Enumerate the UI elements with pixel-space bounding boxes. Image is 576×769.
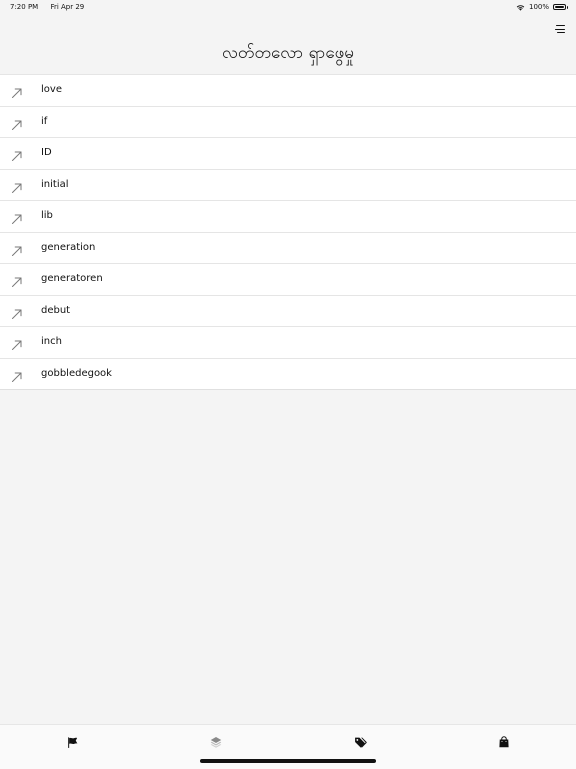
status-left: 7:20 PM Fri Apr 29 xyxy=(10,0,94,14)
arrow-up-right-icon xyxy=(11,116,23,130)
tag-icon xyxy=(354,737,367,748)
recent-search-label: love xyxy=(41,84,62,95)
tab-flag[interactable] xyxy=(0,725,144,759)
recent-search-item[interactable]: love xyxy=(0,75,576,107)
status-bar: 7:20 PM Fri Apr 29 100% xyxy=(0,0,576,14)
arrow-up-right-icon xyxy=(11,273,23,287)
home-indicator xyxy=(200,759,376,763)
recent-search-item[interactable]: generatoren xyxy=(0,264,576,296)
tab-bag[interactable] xyxy=(432,725,576,759)
recent-search-item[interactable]: lib xyxy=(0,201,576,233)
battery-fill xyxy=(555,6,564,8)
wifi-icon xyxy=(516,4,525,11)
battery-icon xyxy=(553,4,568,10)
arrow-up-right-icon xyxy=(11,242,23,256)
arrow-up-right-icon xyxy=(11,147,23,161)
tab-tags[interactable] xyxy=(288,725,432,759)
recent-search-item[interactable]: gobbledegook xyxy=(0,359,576,390)
tab-layers[interactable] xyxy=(144,725,288,759)
recent-search-label: debut xyxy=(41,304,71,316)
recent-search-label: if xyxy=(41,115,48,127)
recent-search-label: initial xyxy=(41,178,69,190)
recent-search-item[interactable]: if xyxy=(0,107,576,138)
status-time: 7:20 PM xyxy=(10,3,39,11)
shopping-bag-icon xyxy=(499,736,509,748)
flag-icon xyxy=(67,736,77,748)
recent-search-item[interactable]: debut xyxy=(0,296,576,327)
arrow-up-right-icon xyxy=(11,336,23,350)
recent-search-item[interactable]: generation xyxy=(0,233,576,264)
layers-icon xyxy=(210,737,222,748)
header: လတ်တလော ရှာဖွေမှု xyxy=(0,14,576,74)
arrow-up-right-icon xyxy=(11,305,23,319)
recent-searches-list: love if ID initial lib generation generatoren d… xyxy=(0,74,576,390)
arrow-up-right-icon xyxy=(11,368,23,382)
recent-search-item[interactable]: inch xyxy=(0,327,576,359)
status-date: Fri Apr 29 xyxy=(50,3,85,11)
arrow-up-right-icon xyxy=(11,210,23,224)
recent-search-label: generatoren xyxy=(41,273,103,284)
arrow-up-right-icon xyxy=(11,179,23,193)
recent-search-item[interactable]: initial xyxy=(0,170,576,201)
battery-percent: 100% xyxy=(528,3,549,11)
page-title: လတ်တလော ရှာဖွေမှု xyxy=(221,43,354,63)
recent-search-label: inch xyxy=(41,336,62,347)
arrow-up-right-icon xyxy=(11,84,23,98)
menu-lines-icon[interactable] xyxy=(555,25,565,34)
recent-search-label: gobbledegook xyxy=(41,367,112,379)
status-right: 100% xyxy=(516,0,568,14)
recent-search-label: ID xyxy=(41,147,52,158)
recent-search-label: generation xyxy=(41,241,96,253)
recent-search-item[interactable]: ID xyxy=(0,138,576,170)
recent-search-label: lib xyxy=(41,210,53,221)
